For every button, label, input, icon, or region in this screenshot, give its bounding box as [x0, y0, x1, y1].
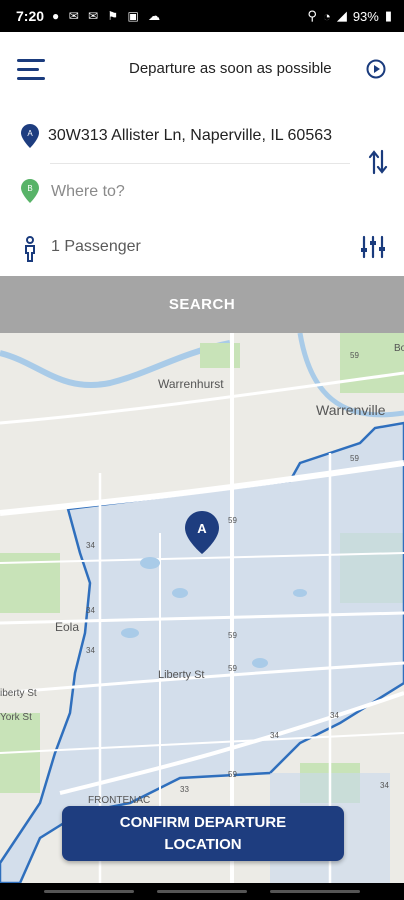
route-shield: 34	[330, 711, 339, 720]
system-nav-bar	[0, 883, 404, 900]
lake	[293, 589, 307, 597]
route-divider	[50, 163, 350, 164]
map-label-warrenville: Warrenville	[316, 402, 386, 418]
header: Departure as soon as possible	[0, 32, 404, 109]
nav-handle	[44, 890, 134, 893]
route-shield: 33	[180, 785, 189, 794]
destination-pin-badge: B	[27, 184, 32, 193]
route-shield: 34	[86, 541, 95, 550]
nav-handle	[157, 890, 247, 893]
route-shield: 34	[86, 606, 95, 615]
route-shield: 59	[228, 631, 237, 640]
map-label-liberty-st: Liberty St	[158, 669, 204, 681]
departure-time-label[interactable]: Departure as soon as possible	[129, 60, 332, 77]
confirm-line-1: CONFIRM DEPARTURE	[119, 813, 287, 831]
passenger-count: 1 Passenger	[51, 238, 141, 255]
destination-pin-icon: B	[21, 179, 39, 203]
map-label-frontenac: FRONTENAC	[88, 795, 150, 806]
passenger-icon	[25, 236, 35, 262]
route-shield: 59	[350, 351, 359, 360]
status-time: 7:20	[16, 8, 45, 24]
origin-map-marker-label: A	[197, 521, 207, 536]
filter-icon[interactable]	[360, 235, 386, 259]
status-bar: 7:20 ● ✉ ✉ ⚑ ▣ ☁ ⚲ ◔ ◢ 93% ▮	[0, 0, 404, 32]
route-inputs: A 30W313 Allister Ln, Naperville, IL 605…	[0, 108, 404, 219]
map-label-york-st: York St	[0, 712, 32, 723]
destination-input[interactable]	[51, 180, 331, 204]
origin-pin-icon: A	[21, 124, 39, 148]
map-label-warrenhurst: Warrenhurst	[158, 377, 224, 391]
map-canvas[interactable]: Warrenhurst Warrenville Bo Eola Liberty …	[0, 333, 404, 883]
battery-percent: 93%	[352, 8, 379, 24]
park-area	[340, 333, 404, 393]
route-shield: 59	[228, 516, 237, 525]
location-icon: ⚲	[307, 8, 317, 23]
route-shield: 59	[228, 664, 237, 673]
signal-icon: ◢	[336, 8, 347, 23]
swap-icon[interactable]	[368, 149, 388, 175]
map-view[interactable]: Warrenhurst Warrenville Bo Eola Liberty …	[0, 333, 404, 883]
confirm-line-2: LOCATION	[164, 835, 242, 853]
confirm-departure-button[interactable]: CONFIRM DEPARTURE LOCATION	[62, 806, 344, 861]
battery-icon: ▮	[384, 8, 392, 23]
origin-pin-badge: A	[27, 129, 33, 138]
search-button[interactable]: SEARCH	[0, 276, 404, 333]
map-label-bo: Bo	[394, 343, 404, 354]
lake	[121, 628, 139, 638]
lake	[140, 557, 160, 569]
notification-icons: ● ✉ ✉ ⚑ ▣ ☁	[52, 9, 164, 23]
status-right: ⚲ ◔ ◢ 93% ▮	[307, 8, 392, 24]
map-label-eola: Eola	[55, 620, 79, 634]
lake	[252, 658, 268, 668]
origin-address[interactable]: 30W313 Allister Ln, Naperville, IL 60563	[48, 127, 332, 145]
confirm-departure-label: CONFIRM DEPARTURE LOCATION	[120, 812, 286, 856]
route-shield: 59	[350, 454, 359, 463]
nav-handle	[270, 890, 360, 893]
schedule-icon[interactable]	[366, 59, 386, 79]
passenger-row[interactable]: 1 Passenger	[0, 218, 404, 276]
lake	[172, 588, 188, 598]
map-label-liberty-st-left: iberty St	[0, 688, 37, 699]
route-shield: 34	[380, 781, 389, 790]
route-shield: 34	[86, 646, 95, 655]
menu-icon[interactable]	[17, 59, 45, 81]
route-shield: 34	[270, 731, 279, 740]
wifi-icon: ◔	[322, 8, 331, 24]
route-shield: 59	[228, 770, 237, 779]
